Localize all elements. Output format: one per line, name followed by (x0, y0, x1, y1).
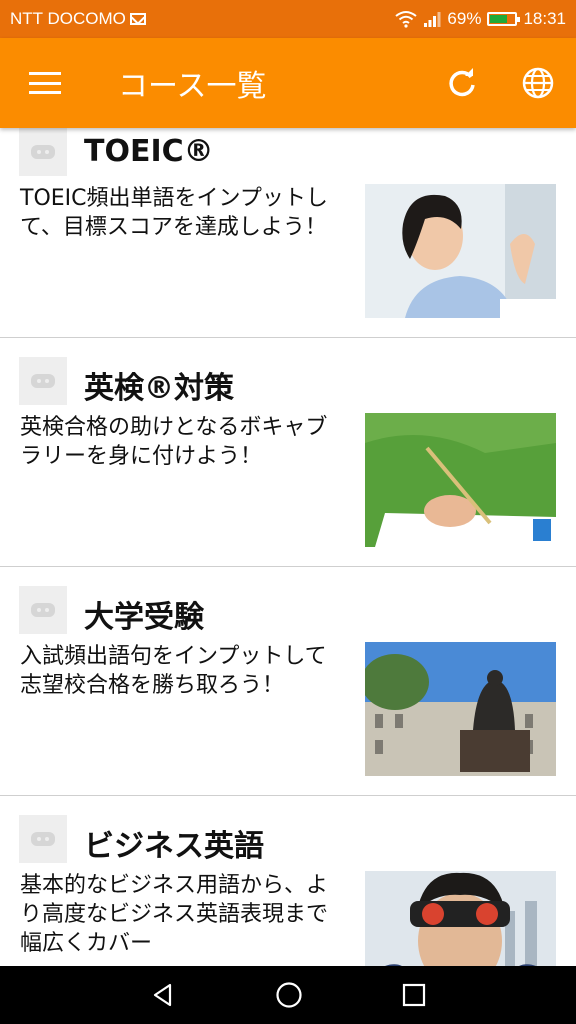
menu-icon (29, 72, 61, 94)
refresh-button[interactable] (424, 38, 500, 128)
clock: 18:31 (523, 9, 566, 28)
course-logo (19, 815, 67, 863)
course-badge-icon (31, 145, 55, 159)
carrier-label: NTT DOCOMO (10, 9, 126, 28)
course-title: 英検®対策 (84, 371, 234, 406)
course-badge-icon (31, 832, 55, 846)
course-description: 基本的なビジネス用語から、より高度なビジネス英語表現まで幅広くカバー (20, 873, 329, 956)
home-icon[interactable] (275, 981, 303, 1009)
wifi-icon (395, 11, 418, 28)
battery-icon (487, 12, 521, 26)
course-logo (19, 128, 67, 176)
menu-button[interactable] (0, 38, 90, 128)
globe-icon (522, 67, 554, 99)
course-item-toeic[interactable]: TOEIC® TOEIC頻出単語をインプットして、目標スコアを達成しよう！ (0, 128, 576, 338)
course-title: TOEIC® (84, 134, 214, 169)
recents-icon[interactable] (402, 983, 426, 1007)
mail-notification-icon (129, 13, 146, 25)
course-badge-icon (31, 603, 55, 617)
back-icon[interactable] (150, 982, 176, 1008)
course-description: 英検合格の助けとなるボキャブラリーを身に付けよう！ (20, 415, 328, 469)
system-nav-bar (0, 966, 576, 1024)
course-item-eiken[interactable]: 英検®対策 英検合格の助けとなるボキャブラリーを身に付けよう！ (0, 338, 576, 567)
course-logo (19, 357, 67, 405)
course-description: 入試頻出語句をインプットして志望校合格を勝ち取ろう！ (20, 644, 327, 698)
refresh-icon (449, 68, 475, 97)
signal-icon (424, 12, 441, 27)
course-thumbnail (365, 642, 556, 776)
course-badge-icon (31, 374, 55, 388)
course-thumbnail (365, 184, 556, 318)
page-title: コース一覧 (118, 69, 267, 104)
course-logo (19, 586, 67, 634)
course-item-business-english[interactable]: ビジネス英語 基本的なビジネス用語から、より高度なビジネス英語表現まで幅広くカバ… (0, 796, 576, 966)
course-description: TOEIC頻出単語をインプットして、目標スコアを達成しよう！ (20, 186, 328, 240)
battery-percent: 69% (447, 9, 482, 28)
app-bar: コース一覧 (0, 38, 576, 128)
status-bar: NTT DOCOMO 69% 18:31 (0, 0, 576, 38)
course-title: 大学受験 (84, 600, 204, 635)
course-thumbnail (365, 413, 556, 547)
course-thumbnail (365, 871, 556, 966)
course-item-university-exam[interactable]: 大学受験 入試頻出語句をインプットして志望校合格を勝ち取ろう！ (0, 567, 576, 796)
language-button[interactable] (500, 38, 576, 128)
course-list: TOEIC® TOEIC頻出単語をインプットして、目標スコアを達成しよう！ 英検… (0, 128, 576, 966)
course-title: ビジネス英語 (84, 829, 264, 864)
